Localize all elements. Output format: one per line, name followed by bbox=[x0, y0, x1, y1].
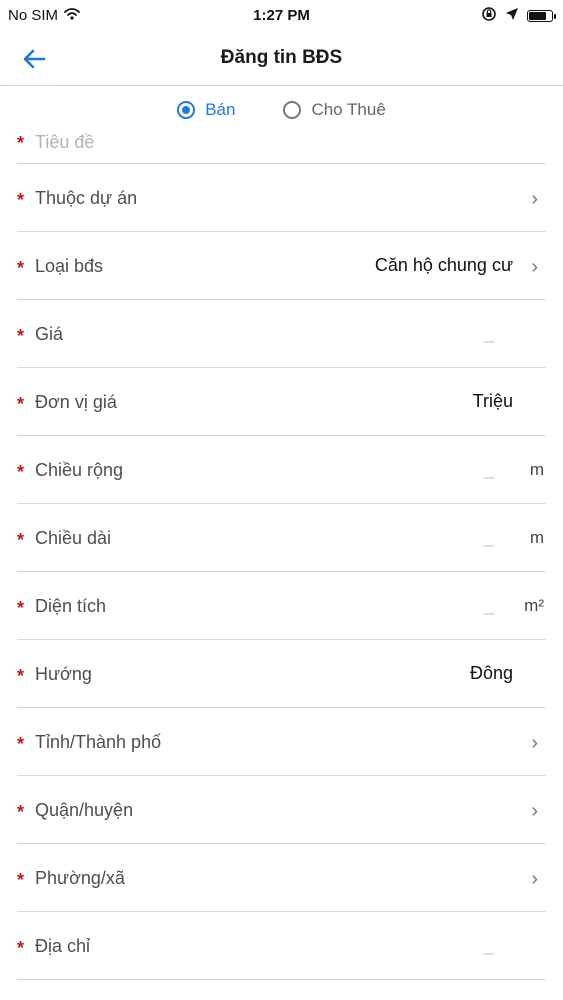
field-width-unit: m bbox=[529, 460, 544, 479]
chevron-right-icon[interactable]: › bbox=[531, 732, 538, 755]
radio-cho-thue-label: Cho Thuê bbox=[311, 100, 386, 119]
field-property-type-label: Loại bđs bbox=[35, 256, 104, 276]
field-district-label: Quận/huyện bbox=[35, 800, 134, 820]
field-area-unit: m² bbox=[524, 596, 544, 615]
required-asterisk: * bbox=[17, 598, 25, 618]
required-asterisk: * bbox=[17, 870, 25, 890]
required-asterisk: * bbox=[17, 734, 25, 754]
radio-cho-thue[interactable]: Cho Thuê bbox=[283, 96, 386, 124]
chevron-right-icon[interactable]: › bbox=[531, 256, 538, 279]
required-asterisk: * bbox=[17, 666, 25, 686]
field-price-unit[interactable]: * Đơn vị giá Triệu bbox=[17, 368, 546, 436]
field-province[interactable]: * Tỉnh/Thành phố › bbox=[17, 708, 546, 776]
required-asterisk: * bbox=[17, 133, 25, 153]
field-property-type[interactable]: * Loại bđs Căn hộ chung cư › bbox=[17, 232, 546, 300]
field-province-label: Tỉnh/Thành phố bbox=[35, 732, 162, 752]
chevron-right-icon[interactable]: › bbox=[531, 800, 538, 823]
nav-bar: Đăng tin BĐS bbox=[0, 32, 563, 86]
field-price-unit-value: Triệu bbox=[472, 391, 513, 411]
field-address-input[interactable]: _ bbox=[484, 935, 494, 956]
field-area-input[interactable]: _ bbox=[484, 595, 494, 616]
field-price-label: Giá bbox=[35, 324, 64, 344]
field-ward-label: Phường/xã bbox=[35, 868, 125, 888]
status-time: 1:27 PM bbox=[253, 7, 310, 24]
field-address[interactable]: * Địa chỉ _ bbox=[17, 912, 546, 980]
chevron-right-icon[interactable]: › bbox=[531, 868, 538, 891]
field-length-label: Chiều dài bbox=[35, 528, 112, 548]
field-project[interactable]: * Thuộc dự án › bbox=[17, 164, 546, 232]
field-length-input[interactable]: _ bbox=[484, 527, 494, 548]
field-title[interactable]: * Tiêu đề bbox=[17, 124, 546, 164]
battery-icon bbox=[527, 10, 556, 22]
field-price-unit-label: Đơn vị giá bbox=[35, 392, 117, 412]
required-asterisk: * bbox=[17, 530, 25, 550]
location-icon bbox=[505, 7, 519, 25]
field-direction[interactable]: * Hướng Đông bbox=[17, 640, 546, 708]
status-bar: No SIM 1:27 PM bbox=[0, 0, 563, 32]
radio-selected-icon bbox=[177, 101, 196, 119]
required-asterisk: * bbox=[17, 802, 25, 822]
required-asterisk: * bbox=[17, 462, 25, 482]
listing-form: * Tiêu đề * Thuộc dự án › * Loại bđs Căn… bbox=[0, 124, 563, 980]
field-address-label: Địa chỉ bbox=[35, 936, 91, 956]
field-ward[interactable]: * Phường/xã › bbox=[17, 844, 546, 912]
required-asterisk: * bbox=[17, 394, 25, 414]
required-asterisk: * bbox=[17, 258, 25, 278]
field-property-type-value: Căn hộ chung cư bbox=[374, 255, 513, 275]
field-width-input[interactable]: _ bbox=[484, 459, 494, 480]
field-direction-value: Đông bbox=[469, 663, 513, 683]
field-length-unit: m bbox=[529, 528, 544, 547]
field-price[interactable]: * Giá _ bbox=[17, 300, 546, 368]
field-area-label: Diện tích bbox=[35, 596, 107, 616]
field-title-label: Tiêu đề bbox=[35, 132, 95, 152]
field-area[interactable]: * Diện tích _ m² bbox=[17, 572, 546, 640]
page-title: Đăng tin BĐS bbox=[220, 47, 343, 68]
required-asterisk: * bbox=[17, 190, 25, 210]
required-asterisk: * bbox=[17, 938, 25, 958]
field-width[interactable]: * Chiều rộng _ m bbox=[17, 436, 546, 504]
field-direction-label: Hướng bbox=[35, 664, 92, 684]
field-price-input[interactable]: _ bbox=[484, 323, 494, 344]
field-project-label: Thuộc dự án bbox=[35, 188, 138, 208]
listing-type-selector: Bán Cho Thuê bbox=[0, 96, 563, 124]
required-asterisk: * bbox=[17, 326, 25, 346]
chevron-right-icon[interactable]: › bbox=[531, 188, 538, 211]
field-width-label: Chiều rộng bbox=[35, 460, 124, 480]
radio-unselected-icon bbox=[283, 101, 302, 119]
status-right bbox=[481, 6, 556, 26]
field-length[interactable]: * Chiều dài _ m bbox=[17, 504, 546, 572]
rotation-lock-icon bbox=[481, 6, 497, 26]
radio-ban-label: Bán bbox=[205, 100, 236, 119]
radio-ban[interactable]: Bán bbox=[177, 96, 235, 124]
field-district[interactable]: * Quận/huyện › bbox=[17, 776, 546, 844]
